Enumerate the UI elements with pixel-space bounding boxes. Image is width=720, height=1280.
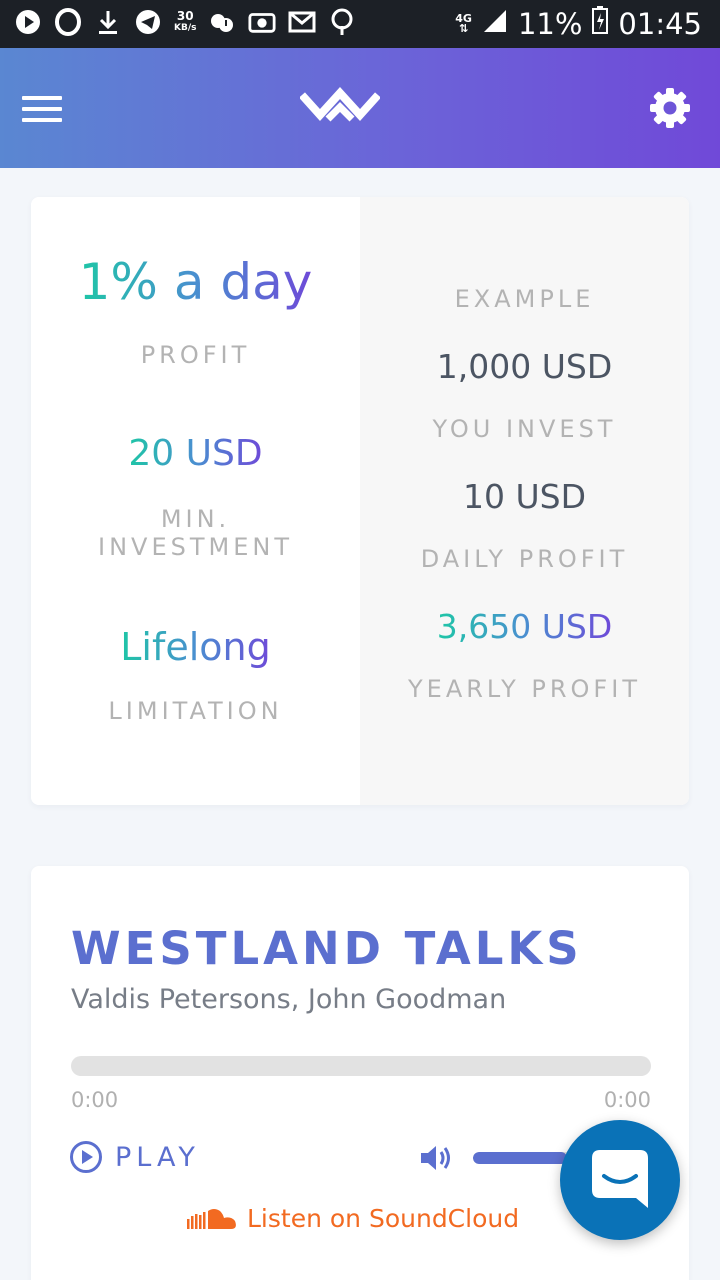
signal-icon — [482, 7, 508, 41]
yearly-profit-value: 3,650 USD — [436, 607, 613, 646]
daily-profit-label: DAILY PROFIT — [420, 545, 629, 573]
soundcloud-link[interactable]: Listen on SoundCloud — [187, 1204, 519, 1233]
min-investment-value: 20 USD — [128, 433, 263, 474]
example-heading: EXAMPLE — [454, 285, 595, 313]
profit-label: PROFIT — [140, 341, 251, 369]
download-icon — [94, 8, 122, 36]
cloud-alert-icon — [208, 8, 236, 36]
status-icons-right: 4G ⇅ 11% 01:45 — [455, 6, 702, 41]
clock: 01:45 — [618, 6, 702, 41]
playback-progress-bar[interactable] — [71, 1056, 651, 1076]
volume-icon[interactable] — [419, 1142, 455, 1174]
battery-charging-icon — [592, 6, 609, 41]
camera-icon — [248, 8, 277, 36]
westland-logo[interactable] — [299, 85, 381, 129]
tree-icon — [328, 8, 356, 36]
invest-label: YOU INVEST — [432, 415, 617, 443]
profit-value: 1% a day — [78, 253, 313, 311]
daily-profit-value: 10 USD — [463, 477, 586, 516]
current-time: 0:00 — [71, 1088, 119, 1112]
soundcloud-icon — [187, 1208, 236, 1229]
chat-button[interactable] — [560, 1120, 680, 1240]
limitation-value: Lifelong — [120, 625, 271, 669]
example-panel: EXAMPLE 1,000 USD YOU INVEST 10 USD DAIL… — [360, 197, 689, 805]
hamburger-menu-icon[interactable] — [22, 96, 62, 122]
telegram-icon — [134, 8, 162, 36]
min-investment-label: MIN. INVESTMENT — [98, 505, 293, 561]
chat-icon — [592, 1150, 648, 1208]
volume-level — [473, 1152, 568, 1164]
net-speed-value: 30 — [176, 9, 194, 23]
play-circle-icon — [70, 1141, 102, 1173]
app-bar — [0, 48, 720, 168]
opera-icon — [54, 8, 82, 36]
status-bar: 30 KB/s 4G ⇅ 11% 01:45 — [0, 0, 720, 48]
mail-icon — [288, 8, 316, 36]
player-subtitle: Valdis Petersons, John Goodman — [71, 984, 507, 1015]
yearly-profit-label: YEARLY PROFIT — [408, 675, 641, 703]
network-type: 4G ⇅ — [455, 11, 472, 35]
limitation-label: LIMITATION — [108, 697, 283, 725]
battery-percent: 11% — [517, 6, 583, 41]
offer-card: 1% a day PROFIT 20 USD MIN. INVESTMENT Li… — [31, 197, 689, 805]
soundcloud-label: Listen on SoundCloud — [247, 1204, 520, 1233]
net-speed: 30 KB/s — [174, 10, 196, 34]
player-title: WESTLAND TALKS — [71, 922, 583, 975]
play-button[interactable]: PLAY — [69, 1140, 200, 1174]
invest-value: 1,000 USD — [436, 347, 613, 386]
status-icons-left: 30 KB/s — [14, 8, 356, 36]
gear-icon[interactable] — [648, 86, 692, 130]
play-circle-icon — [14, 8, 42, 36]
play-label: PLAY — [115, 1141, 200, 1173]
net-speed-unit: KB/s — [174, 23, 197, 33]
total-time: 0:00 — [603, 1088, 651, 1112]
offer-terms: 1% a day PROFIT 20 USD MIN. INVESTMENT Li… — [31, 197, 360, 805]
